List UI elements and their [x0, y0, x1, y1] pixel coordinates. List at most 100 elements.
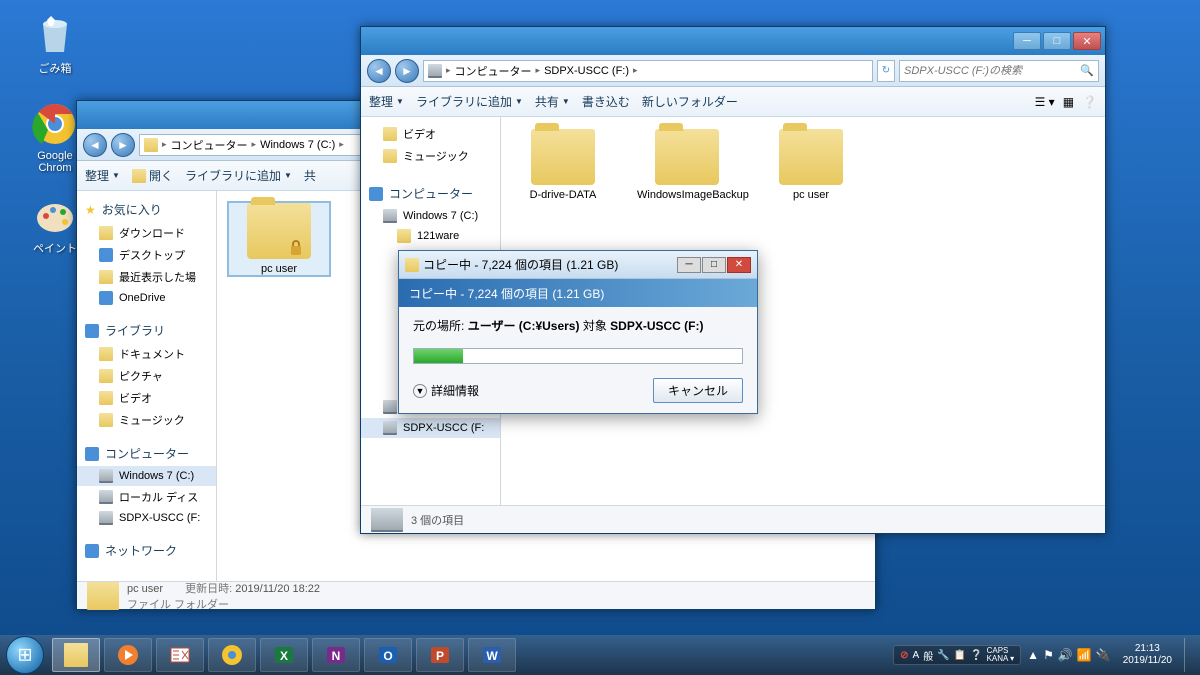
- sidebar: ★お気に入り ダウンロード デスクトップ 最近表示した場 OneDrive ライ…: [77, 191, 217, 581]
- back-button[interactable]: ◄: [83, 133, 107, 157]
- sidebar-group-computer[interactable]: コンピューター: [361, 181, 500, 206]
- folder-item[interactable]: WindowsImageBackup: [637, 129, 737, 201]
- folder-icon: [132, 169, 146, 183]
- desktop-icon-recycle-bin[interactable]: ごみ箱: [20, 10, 90, 76]
- task-outlook[interactable]: O: [364, 638, 412, 672]
- back-button[interactable]: ◄: [367, 59, 391, 83]
- task-wmp[interactable]: [104, 638, 152, 672]
- task-app[interactable]: [156, 638, 204, 672]
- help-button[interactable]: ❔: [1082, 95, 1097, 109]
- search-box[interactable]: 🔍: [899, 60, 1099, 82]
- breadcrumb[interactable]: コンピューター: [455, 63, 532, 79]
- sidebar-item[interactable]: ミュージック: [361, 145, 500, 167]
- share-button[interactable]: 共有▼: [535, 93, 570, 110]
- forward-button[interactable]: ►: [111, 133, 135, 157]
- sidebar-item[interactable]: ダウンロード: [77, 222, 216, 244]
- power-icon[interactable]: 🔌: [1096, 648, 1111, 662]
- system-tray[interactable]: ⊘ A 般 🔧 📋 ❔ CAPSKANA ▾ ▲ ⚑ 🔊 📶 🔌 21:13 2…: [893, 638, 1194, 672]
- volume-icon[interactable]: 🔊: [1058, 648, 1073, 662]
- network-icon[interactable]: 📶: [1077, 648, 1092, 662]
- taskbar[interactable]: X N O P W ⊘ A 般 🔧 📋 ❔ CAPSKANA ▾ ▲ ⚑ 🔊 📶…: [0, 635, 1200, 675]
- library-button[interactable]: ライブラリに追加▼: [185, 167, 292, 184]
- sidebar-item[interactable]: ビデオ: [361, 123, 500, 145]
- ime-icon[interactable]: 🔧: [937, 650, 949, 661]
- computer-icon: [369, 187, 383, 201]
- drive-icon: [428, 64, 442, 78]
- ime-icon[interactable]: ❔: [970, 650, 982, 661]
- chrome-icon: [31, 100, 79, 148]
- sidebar-item[interactable]: SDPX-USCC (F:: [77, 508, 216, 528]
- sidebar-item[interactable]: Windows 7 (C:): [361, 206, 500, 226]
- folder-icon: [779, 129, 843, 185]
- sidebar-item[interactable]: 121ware: [361, 226, 500, 246]
- breadcrumb[interactable]: SDPX-USCC (F:): [544, 65, 629, 77]
- sidebar-item[interactable]: ピクチャ: [77, 365, 216, 387]
- view-button[interactable]: ☰ ▾: [1035, 95, 1055, 109]
- clock[interactable]: 21:13 2019/11/20: [1117, 643, 1178, 667]
- breadcrumb[interactable]: コンピューター: [171, 137, 248, 153]
- ime-close-icon[interactable]: ⊘: [900, 650, 908, 661]
- ime-bar[interactable]: ⊘ A 般 🔧 📋 ❔ CAPSKANA ▾: [893, 645, 1021, 665]
- forward-button[interactable]: ►: [395, 59, 419, 83]
- tray-icons[interactable]: ▲ ⚑ 🔊 📶 🔌: [1027, 648, 1111, 662]
- svg-text:P: P: [436, 649, 444, 663]
- preview-button[interactable]: ▦: [1063, 95, 1074, 109]
- refresh-button[interactable]: ↻: [877, 60, 895, 82]
- share-button[interactable]: 共: [304, 167, 316, 184]
- toolbar: 整理▼ ライブラリに追加▼ 共有▼ 書き込む 新しいフォルダー ☰ ▾ ▦ ❔: [361, 87, 1105, 117]
- sidebar-item[interactable]: OneDrive: [77, 288, 216, 308]
- sidebar-group-computer[interactable]: コンピューター: [77, 441, 216, 466]
- library-button[interactable]: ライブラリに追加▼: [416, 93, 523, 110]
- task-onenote[interactable]: N: [312, 638, 360, 672]
- search-input[interactable]: [904, 65, 1080, 77]
- burn-button[interactable]: 書き込む: [582, 93, 630, 110]
- minimize-button[interactable]: ─: [677, 257, 701, 273]
- folder-pc-user[interactable]: pc user: [229, 203, 329, 275]
- organize-button[interactable]: 整理▼: [85, 167, 120, 184]
- drive-icon: [371, 508, 403, 532]
- sidebar-group-favorites[interactable]: ★お気に入り: [77, 197, 216, 222]
- task-explorer[interactable]: [52, 638, 100, 672]
- selected-type: ファイル フォルダー: [127, 596, 320, 612]
- sidebar-item[interactable]: ローカル ディス: [77, 486, 216, 508]
- sidebar-item[interactable]: ドキュメント: [77, 343, 216, 365]
- start-button[interactable]: [6, 636, 44, 674]
- organize-button[interactable]: 整理▼: [369, 93, 404, 110]
- close-button[interactable]: ✕: [1073, 32, 1101, 50]
- task-excel[interactable]: X: [260, 638, 308, 672]
- sidebar-item[interactable]: ビデオ: [77, 387, 216, 409]
- folder-icon: [655, 129, 719, 185]
- sidebar-item[interactable]: Windows 7 (C:): [77, 466, 216, 486]
- folder-item[interactable]: pc user: [761, 129, 861, 201]
- search-icon[interactable]: 🔍: [1080, 64, 1094, 77]
- svg-text:N: N: [332, 649, 341, 663]
- address-bar[interactable]: ▸ コンピューター ▸ SDPX-USCC (F:) ▸: [423, 60, 873, 82]
- details-toggle[interactable]: ▼詳細情報: [413, 382, 479, 399]
- minimize-button[interactable]: ─: [1013, 32, 1041, 50]
- maximize-button[interactable]: □: [1043, 32, 1071, 50]
- task-word[interactable]: W: [468, 638, 516, 672]
- flag-icon[interactable]: ⚑: [1043, 648, 1054, 662]
- titlebar[interactable]: ─ □ ✕: [361, 27, 1105, 55]
- show-desktop-button[interactable]: [1184, 638, 1194, 672]
- sidebar-item[interactable]: ミュージック: [77, 409, 216, 431]
- task-powerpoint[interactable]: P: [416, 638, 464, 672]
- close-button[interactable]: ✕: [727, 257, 751, 273]
- maximize-button[interactable]: □: [702, 257, 726, 273]
- star-icon: ★: [85, 203, 96, 217]
- sidebar-item[interactable]: デスクトップ: [77, 244, 216, 266]
- sidebar-group-network[interactable]: ネットワーク: [77, 538, 216, 563]
- dialog-titlebar[interactable]: コピー中 - 7,224 個の項目 (1.21 GB) ─ □ ✕: [399, 251, 757, 279]
- ime-icon[interactable]: 📋: [954, 650, 966, 661]
- task-chrome[interactable]: [208, 638, 256, 672]
- folder-item[interactable]: D-drive-DATA: [513, 129, 613, 201]
- sidebar-item[interactable]: 最近表示した場: [77, 266, 216, 288]
- copy-progress-dialog[interactable]: コピー中 - 7,224 個の項目 (1.21 GB) ─ □ ✕ コピー中 -…: [398, 250, 758, 414]
- breadcrumb[interactable]: Windows 7 (C:): [260, 139, 335, 151]
- tray-up-icon[interactable]: ▲: [1027, 648, 1039, 662]
- open-button[interactable]: 開く: [132, 167, 173, 184]
- new-folder-button[interactable]: 新しいフォルダー: [642, 93, 738, 110]
- sidebar-group-libraries[interactable]: ライブラリ: [77, 318, 216, 343]
- cancel-button[interactable]: キャンセル: [653, 378, 743, 403]
- sidebar-item[interactable]: SDPX-USCC (F:: [361, 418, 500, 438]
